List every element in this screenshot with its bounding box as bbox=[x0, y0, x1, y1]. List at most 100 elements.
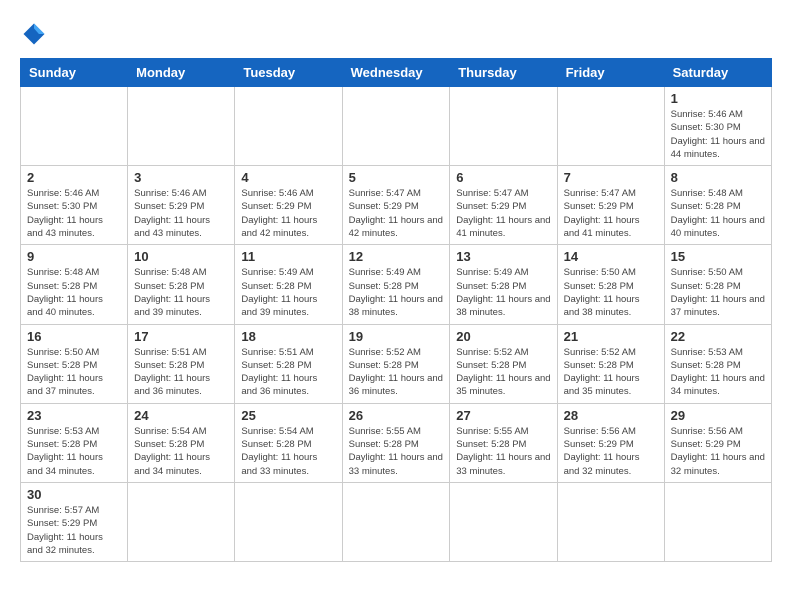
day-number: 3 bbox=[134, 170, 228, 185]
day-number: 6 bbox=[456, 170, 550, 185]
calendar-cell: 17 Sunrise: 5:51 AM Sunset: 5:28 PM Dayli… bbox=[128, 324, 235, 403]
calendar-cell bbox=[21, 87, 128, 166]
day-info: Sunrise: 5:54 AM Sunset: 5:28 PM Dayligh… bbox=[241, 425, 335, 478]
calendar-cell bbox=[342, 87, 450, 166]
calendar-cell bbox=[450, 87, 557, 166]
day-number: 24 bbox=[134, 408, 228, 423]
calendar-header-wednesday: Wednesday bbox=[342, 59, 450, 87]
day-info: Sunrise: 5:49 AM Sunset: 5:28 PM Dayligh… bbox=[456, 266, 550, 319]
day-info: Sunrise: 5:52 AM Sunset: 5:28 PM Dayligh… bbox=[564, 346, 658, 399]
day-number: 4 bbox=[241, 170, 335, 185]
calendar-cell bbox=[128, 87, 235, 166]
day-info: Sunrise: 5:57 AM Sunset: 5:29 PM Dayligh… bbox=[27, 504, 121, 557]
day-info: Sunrise: 5:56 AM Sunset: 5:29 PM Dayligh… bbox=[671, 425, 765, 478]
calendar-cell: 3 Sunrise: 5:46 AM Sunset: 5:29 PM Daylig… bbox=[128, 166, 235, 245]
calendar-week-row: 9Sunrise: 5:48 AM Sunset: 5:28 PM Daylig… bbox=[21, 245, 772, 324]
day-number: 1 bbox=[671, 91, 765, 106]
calendar-cell: 27 Sunrise: 5:55 AM Sunset: 5:28 PM Dayli… bbox=[450, 403, 557, 482]
day-number: 13 bbox=[456, 249, 550, 264]
calendar-table: SundayMondayTuesdayWednesdayThursdayFrid… bbox=[20, 58, 772, 562]
calendar-cell: 6 Sunrise: 5:47 AM Sunset: 5:29 PM Daylig… bbox=[450, 166, 557, 245]
calendar-cell bbox=[342, 482, 450, 561]
calendar-cell bbox=[664, 482, 771, 561]
day-number: 8 bbox=[671, 170, 765, 185]
day-number: 2 bbox=[27, 170, 121, 185]
calendar-cell: 24 Sunrise: 5:54 AM Sunset: 5:28 PM Dayli… bbox=[128, 403, 235, 482]
calendar-header-row: SundayMondayTuesdayWednesdayThursdayFrid… bbox=[21, 59, 772, 87]
calendar-cell bbox=[235, 482, 342, 561]
day-info: Sunrise: 5:53 AM Sunset: 5:28 PM Dayligh… bbox=[27, 425, 121, 478]
day-info: Sunrise: 5:47 AM Sunset: 5:29 PM Dayligh… bbox=[564, 187, 658, 240]
calendar-cell: 12Sunrise: 5:49 AM Sunset: 5:28 PM Dayli… bbox=[342, 245, 450, 324]
day-number: 27 bbox=[456, 408, 550, 423]
calendar-cell bbox=[235, 87, 342, 166]
day-info: Sunrise: 5:46 AM Sunset: 5:29 PM Dayligh… bbox=[241, 187, 335, 240]
calendar-cell: 2 Sunrise: 5:46 AM Sunset: 5:30 PM Daylig… bbox=[21, 166, 128, 245]
day-info: Sunrise: 5:51 AM Sunset: 5:28 PM Dayligh… bbox=[241, 346, 335, 399]
calendar-cell: 28Sunrise: 5:56 AM Sunset: 5:29 PM Dayli… bbox=[557, 403, 664, 482]
day-number: 15 bbox=[671, 249, 765, 264]
calendar-cell: 8Sunrise: 5:48 AM Sunset: 5:28 PM Daylig… bbox=[664, 166, 771, 245]
day-number: 29 bbox=[671, 408, 765, 423]
calendar-cell: 7 Sunrise: 5:47 AM Sunset: 5:29 PM Daylig… bbox=[557, 166, 664, 245]
calendar-cell: 25 Sunrise: 5:54 AM Sunset: 5:28 PM Dayli… bbox=[235, 403, 342, 482]
day-info: Sunrise: 5:46 AM Sunset: 5:29 PM Dayligh… bbox=[134, 187, 228, 240]
calendar-cell: 14 Sunrise: 5:50 AM Sunset: 5:28 PM Dayli… bbox=[557, 245, 664, 324]
day-info: Sunrise: 5:46 AM Sunset: 5:30 PM Dayligh… bbox=[671, 108, 765, 161]
day-info: Sunrise: 5:54 AM Sunset: 5:28 PM Dayligh… bbox=[134, 425, 228, 478]
calendar-cell: 19 Sunrise: 5:52 AM Sunset: 5:28 PM Dayli… bbox=[342, 324, 450, 403]
day-info: Sunrise: 5:50 AM Sunset: 5:28 PM Dayligh… bbox=[27, 346, 121, 399]
calendar-week-row: 1 Sunrise: 5:46 AM Sunset: 5:30 PM Daylig… bbox=[21, 87, 772, 166]
calendar-header-monday: Monday bbox=[128, 59, 235, 87]
day-number: 22 bbox=[671, 329, 765, 344]
calendar-week-row: 16Sunrise: 5:50 AM Sunset: 5:28 PM Dayli… bbox=[21, 324, 772, 403]
day-number: 21 bbox=[564, 329, 658, 344]
calendar-cell: 29 Sunrise: 5:56 AM Sunset: 5:29 PM Dayli… bbox=[664, 403, 771, 482]
calendar-cell: 30Sunrise: 5:57 AM Sunset: 5:29 PM Dayli… bbox=[21, 482, 128, 561]
calendar-cell: 21 Sunrise: 5:52 AM Sunset: 5:28 PM Dayli… bbox=[557, 324, 664, 403]
day-info: Sunrise: 5:48 AM Sunset: 5:28 PM Dayligh… bbox=[27, 266, 121, 319]
day-number: 7 bbox=[564, 170, 658, 185]
day-number: 25 bbox=[241, 408, 335, 423]
calendar-header-tuesday: Tuesday bbox=[235, 59, 342, 87]
calendar-cell: 26 Sunrise: 5:55 AM Sunset: 5:28 PM Dayli… bbox=[342, 403, 450, 482]
day-info: Sunrise: 5:55 AM Sunset: 5:28 PM Dayligh… bbox=[349, 425, 444, 478]
day-info: Sunrise: 5:55 AM Sunset: 5:28 PM Dayligh… bbox=[456, 425, 550, 478]
day-info: Sunrise: 5:46 AM Sunset: 5:30 PM Dayligh… bbox=[27, 187, 121, 240]
day-info: Sunrise: 5:56 AM Sunset: 5:29 PM Dayligh… bbox=[564, 425, 658, 478]
day-info: Sunrise: 5:47 AM Sunset: 5:29 PM Dayligh… bbox=[349, 187, 444, 240]
day-info: Sunrise: 5:50 AM Sunset: 5:28 PM Dayligh… bbox=[671, 266, 765, 319]
calendar-cell bbox=[450, 482, 557, 561]
calendar-cell: 16Sunrise: 5:50 AM Sunset: 5:28 PM Dayli… bbox=[21, 324, 128, 403]
day-info: Sunrise: 5:51 AM Sunset: 5:28 PM Dayligh… bbox=[134, 346, 228, 399]
day-number: 26 bbox=[349, 408, 444, 423]
generalblue-logo-icon bbox=[20, 20, 48, 48]
day-info: Sunrise: 5:49 AM Sunset: 5:28 PM Dayligh… bbox=[349, 266, 444, 319]
calendar-header-friday: Friday bbox=[557, 59, 664, 87]
day-number: 20 bbox=[456, 329, 550, 344]
page-header bbox=[20, 20, 772, 48]
day-info: Sunrise: 5:52 AM Sunset: 5:28 PM Dayligh… bbox=[349, 346, 444, 399]
calendar-cell: 18Sunrise: 5:51 AM Sunset: 5:28 PM Dayli… bbox=[235, 324, 342, 403]
calendar-cell: 1 Sunrise: 5:46 AM Sunset: 5:30 PM Daylig… bbox=[664, 87, 771, 166]
calendar-cell bbox=[557, 87, 664, 166]
calendar-cell: 10Sunrise: 5:48 AM Sunset: 5:28 PM Dayli… bbox=[128, 245, 235, 324]
calendar-cell: 13 Sunrise: 5:49 AM Sunset: 5:28 PM Dayli… bbox=[450, 245, 557, 324]
calendar-header-saturday: Saturday bbox=[664, 59, 771, 87]
calendar-cell: 11Sunrise: 5:49 AM Sunset: 5:28 PM Dayli… bbox=[235, 245, 342, 324]
day-info: Sunrise: 5:50 AM Sunset: 5:28 PM Dayligh… bbox=[564, 266, 658, 319]
day-info: Sunrise: 5:47 AM Sunset: 5:29 PM Dayligh… bbox=[456, 187, 550, 240]
day-info: Sunrise: 5:49 AM Sunset: 5:28 PM Dayligh… bbox=[241, 266, 335, 319]
calendar-header-thursday: Thursday bbox=[450, 59, 557, 87]
day-info: Sunrise: 5:52 AM Sunset: 5:28 PM Dayligh… bbox=[456, 346, 550, 399]
calendar-header-sunday: Sunday bbox=[21, 59, 128, 87]
day-number: 17 bbox=[134, 329, 228, 344]
day-number: 19 bbox=[349, 329, 444, 344]
calendar-cell bbox=[128, 482, 235, 561]
calendar-cell: 4 Sunrise: 5:46 AM Sunset: 5:29 PM Daylig… bbox=[235, 166, 342, 245]
day-number: 5 bbox=[349, 170, 444, 185]
logo bbox=[20, 20, 52, 48]
calendar-cell: 20 Sunrise: 5:52 AM Sunset: 5:28 PM Dayli… bbox=[450, 324, 557, 403]
calendar-cell: 15 Sunrise: 5:50 AM Sunset: 5:28 PM Dayli… bbox=[664, 245, 771, 324]
day-number: 14 bbox=[564, 249, 658, 264]
